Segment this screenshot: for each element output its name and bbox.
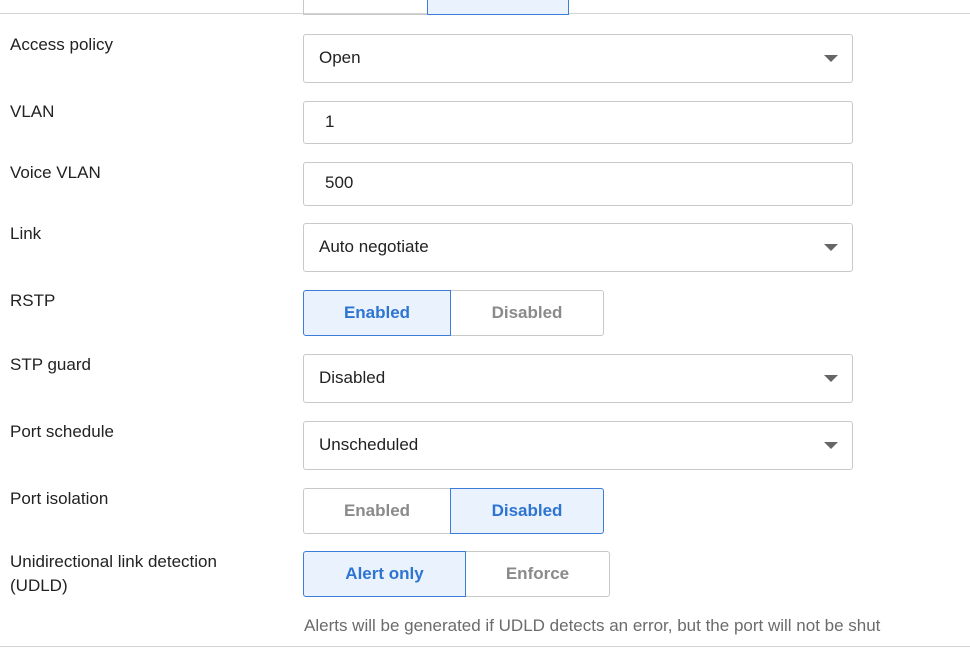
link-value: Auto negotiate (319, 237, 429, 256)
voice-vlan-input[interactable]: 500 (303, 162, 853, 206)
previous-toggle-option-selected[interactable] (427, 0, 569, 15)
udld-label: Unidirectional link detection (UDLD) (10, 550, 217, 598)
chevron-down-icon (824, 442, 838, 449)
udld-label-line1: Unidirectional link detection (10, 552, 217, 571)
access-policy-value: Open (319, 48, 361, 67)
rstp-toggle: Enabled Disabled (303, 290, 604, 336)
port-schedule-select[interactable]: Unscheduled (303, 421, 853, 470)
voice-vlan-label: Voice VLAN (10, 163, 101, 182)
rstp-label: RSTP (10, 291, 56, 310)
previous-toggle-option[interactable] (303, 0, 428, 15)
chevron-down-icon (824, 55, 838, 62)
port-isolation-toggle: Enabled Disabled (303, 488, 604, 534)
bottom-divider (0, 646, 970, 647)
vlan-value: 1 (325, 112, 335, 131)
rstp-disabled-button[interactable]: Disabled (450, 290, 604, 336)
voice-vlan-value: 500 (325, 173, 354, 192)
udld-alert-only-button[interactable]: Alert only (303, 551, 466, 597)
port-schedule-label: Port schedule (10, 422, 114, 441)
link-select[interactable]: Auto negotiate (303, 223, 853, 272)
stp-guard-label: STP guard (10, 355, 91, 374)
port-isolation-disabled-button[interactable]: Disabled (450, 488, 604, 534)
link-label: Link (10, 224, 42, 243)
udld-toggle: Alert only Enforce (303, 551, 610, 597)
vlan-label: VLAN (10, 102, 55, 121)
stp-guard-value: Disabled (319, 368, 386, 387)
vlan-input[interactable]: 1 (303, 101, 853, 144)
rstp-enabled-button[interactable]: Enabled (303, 290, 451, 336)
udld-enforce-button[interactable]: Enforce (465, 551, 610, 597)
udld-label-line2: (UDLD) (10, 576, 68, 595)
port-isolation-enabled-button[interactable]: Enabled (303, 488, 451, 534)
stp-guard-select[interactable]: Disabled (303, 354, 853, 403)
udld-help-text: Alerts will be generated if UDLD detects… (304, 616, 881, 635)
access-policy-label: Access policy (10, 35, 113, 54)
access-policy-select[interactable]: Open (303, 34, 853, 83)
chevron-down-icon (824, 375, 838, 382)
port-isolation-label: Port isolation (10, 489, 109, 508)
chevron-down-icon (824, 244, 838, 251)
port-schedule-value: Unscheduled (319, 435, 419, 454)
